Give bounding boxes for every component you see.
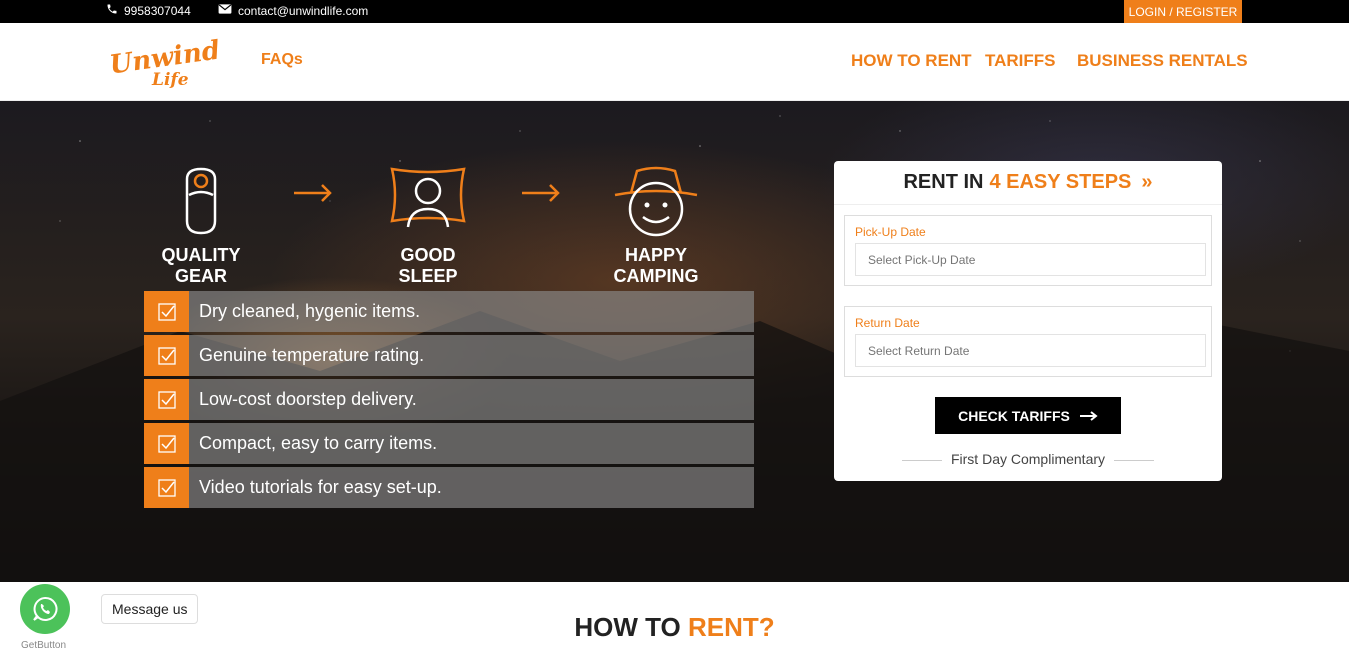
nav-tariffs[interactable]: TARIFFS [985,51,1056,71]
step-label: HAPPY CAMPING [613,245,699,286]
pickup-date-input[interactable] [855,243,1206,276]
whatsapp-button[interactable] [20,584,70,634]
step-label: GOOD SLEEP [398,245,458,286]
rent-form-card: RENT IN 4 EASY STEPS » Pick-Up Date Retu… [834,161,1222,481]
return-date-field: Return Date [844,306,1212,377]
checkbox-icon [144,291,189,332]
pickup-date-label: Pick-Up Date [855,225,926,239]
checkbox-icon [144,379,189,420]
svg-text:Life: Life [151,70,189,89]
feature-text: Low-cost doorstep delivery. [189,379,754,420]
phone-icon [106,3,118,18]
nav-business-rentals[interactable]: BUSINESS RENTALS [1077,51,1248,71]
divider-line [902,460,942,461]
check-tariffs-label: CHECK TARIFFS [958,407,1070,424]
step-happy-camping: HAPPY CAMPING [588,165,724,287]
double-chevron-right-icon: » [1141,171,1153,193]
feature-text: Genuine temperature rating. [189,335,754,376]
getbutton-label: GetButton [21,640,67,651]
features-list: Dry cleaned, hygenic items. Genuine temp… [144,291,754,511]
arrow-right-icon [294,184,332,202]
email-address: contact@unwindlife.com [238,3,369,18]
step-quality-gear: QUALITY GEAR [142,165,260,287]
feature-text: Video tutorials for easy set-up. [189,467,754,508]
step-label: QUALITY GEAR [161,245,241,286]
arrow-right-icon [522,184,560,202]
complimentary-note: First Day Complimentary [834,451,1222,467]
email-contact[interactable]: contact@unwindlife.com [218,3,368,18]
complimentary-text: First Day Complimentary [950,451,1106,467]
site-header: Unwind Life FAQs HOW TO RENT TARIFFS BUS… [0,23,1349,101]
smiley-camper-icon [614,166,698,237]
return-date-label: Return Date [855,316,920,330]
hero-section: QUALITY GEAR GOOD SLEEP HAPPY CAMPING Dr… [0,101,1349,582]
top-bar: 9958307044 contact@unwindlife.com LOGIN … [0,0,1349,23]
how-to-text: HOW TO [574,612,681,642]
arrow-right-icon [1079,410,1098,421]
how-to-rent-heading: HOW TO RENT? [0,612,1349,643]
step-good-sleep: GOOD SLEEP [375,165,481,287]
feature-text: Compact, easy to carry items. [189,423,754,464]
check-tariffs-button[interactable]: CHECK TARIFFS [935,397,1121,434]
pillow-head-icon [390,167,466,228]
return-date-input[interactable] [855,334,1206,367]
checkbox-icon [144,335,189,376]
form-title-accent: 4 EASY STEPS [989,171,1132,193]
feature-item: Low-cost doorstep delivery. [144,379,754,420]
phone-contact[interactable]: 9958307044 [106,3,191,18]
rent-accent-text: RENT? [687,612,775,642]
feature-item: Genuine temperature rating. [144,335,754,376]
feature-item: Compact, easy to carry items. [144,423,754,464]
message-us-bubble[interactable]: Message us [101,594,199,624]
checkbox-icon [144,467,189,508]
form-title: RENT IN 4 EASY STEPS » [834,161,1222,205]
divider-line [1114,460,1154,461]
form-title-text: RENT IN [903,171,984,193]
feature-item: Dry cleaned, hygenic items. [144,291,754,332]
checkbox-icon [144,423,189,464]
sleeping-bag-icon [185,167,217,235]
nav-how-to-rent[interactable]: HOW TO RENT [851,51,972,71]
feature-item: Video tutorials for easy set-up. [144,467,754,508]
envelope-icon [218,3,232,18]
pickup-date-field: Pick-Up Date [844,215,1212,286]
login-register-button[interactable]: LOGIN / REGISTER [1124,0,1242,23]
unwind-life-logo[interactable]: Unwind Life [108,33,222,90]
feature-text: Dry cleaned, hygenic items. [189,291,754,332]
nav-faqs[interactable]: FAQs [261,51,303,69]
whatsapp-icon [33,596,58,621]
phone-number: 9958307044 [124,3,191,18]
